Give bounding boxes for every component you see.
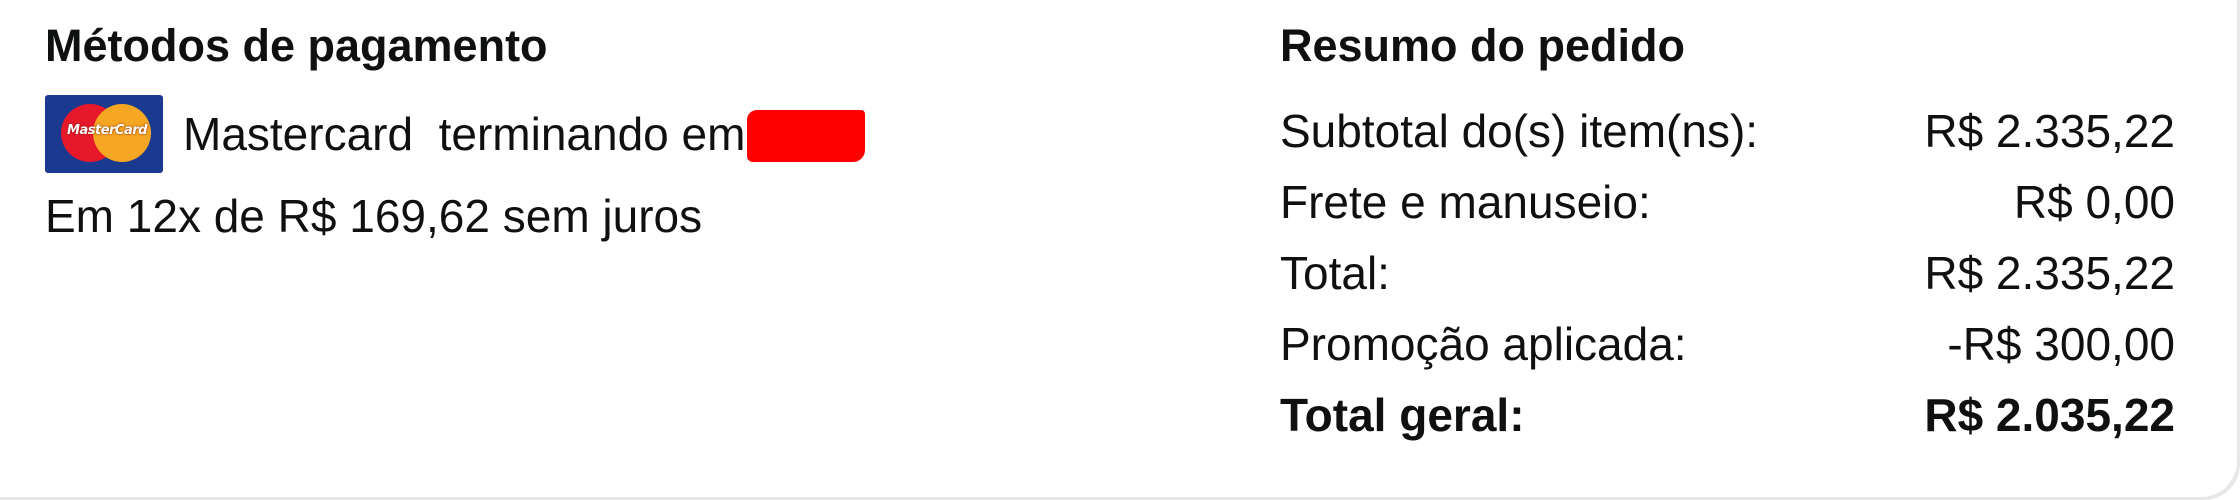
summary-label: Promoção aplicada:: [1280, 318, 1687, 370]
grand-total-value: R$ 2.035,22: [1924, 389, 2175, 441]
summary-label: Total:: [1280, 247, 1390, 299]
summary-row-grand-total: Total geral: R$ 2.035,22: [1280, 380, 2175, 451]
mastercard-logo-icon: MasterCard: [45, 95, 163, 173]
order-details-panel: Métodos de pagamento MasterCard Masterca…: [0, 0, 2240, 500]
order-summary-title: Resumo do pedido: [1280, 20, 1685, 71]
payment-card-row: MasterCard Mastercard terminando em: [45, 94, 1145, 174]
summary-row-total: Total: R$ 2.335,22: [1280, 238, 2175, 309]
card-description: Mastercard terminando em: [183, 104, 866, 164]
card-label: Mastercard terminando em: [183, 108, 746, 160]
installments-text: Em 12x de R$ 169,62 sem juros: [45, 190, 703, 242]
summary-row-shipping: Frete e manuseio: R$ 0,00: [1280, 167, 2175, 238]
summary-label: Frete e manuseio:: [1280, 176, 1651, 228]
summary-row-subtotal: Subtotal do(s) item(ns): R$ 2.335,22: [1280, 96, 2175, 167]
payment-methods-section: Métodos de pagamento MasterCard Masterca…: [45, 16, 1145, 246]
payment-methods-title: Métodos de pagamento: [45, 20, 548, 71]
mastercard-logo-text: MasterCard: [67, 123, 147, 138]
order-summary-section: Resumo do pedido Subtotal do(s) item(ns)…: [1280, 16, 2180, 451]
order-summary-table: Subtotal do(s) item(ns): R$ 2.335,22 Fre…: [1280, 96, 2175, 451]
summary-row-promotion: Promoção aplicada: -R$ 300,00: [1280, 309, 2175, 380]
summary-value: R$ 2.335,22: [1924, 247, 2175, 299]
summary-value: R$ 2.335,22: [1924, 105, 2175, 157]
grand-total-label: Total geral:: [1280, 389, 1525, 441]
summary-value: R$ 0,00: [2013, 176, 2175, 228]
summary-value: -R$ 300,00: [1947, 318, 2175, 370]
summary-label: Subtotal do(s) item(ns):: [1280, 105, 1759, 157]
card-number-redaction: [747, 110, 866, 162]
